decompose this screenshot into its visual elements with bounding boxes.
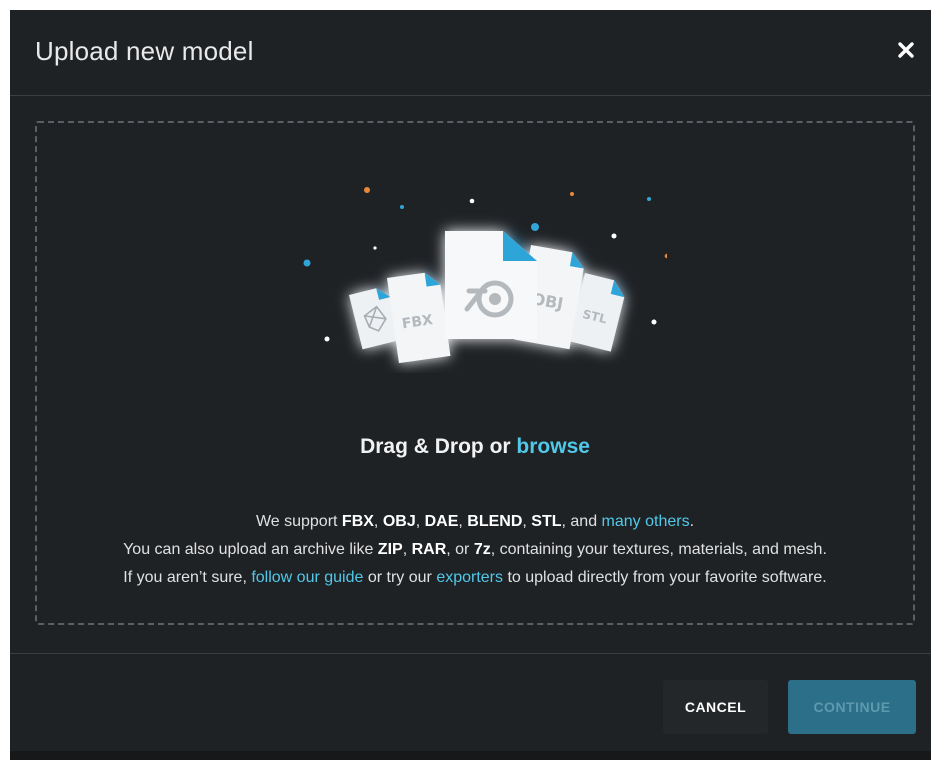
- background-strip: [10, 751, 931, 760]
- separator: , or: [446, 541, 474, 558]
- format-stl: STL: [531, 513, 562, 530]
- continue-button[interactable]: CONTINUE: [788, 680, 916, 734]
- file-types-illustration: FBX STL OBJ: [303, 187, 667, 364]
- modal-title: Upload new model: [35, 36, 254, 66]
- support-line-2: You can also upload an archive like ZIP,…: [37, 536, 913, 564]
- period: .: [689, 513, 695, 530]
- modal-header: Upload new model: [10, 10, 931, 96]
- guide-text: If you aren’t sure,: [123, 569, 252, 586]
- drag-drop-text: Drag & Drop or: [360, 435, 517, 458]
- drag-drop-prompt: Drag & Drop or browse: [37, 435, 913, 459]
- follow-guide-link[interactable]: follow our guide: [251, 569, 363, 586]
- browse-link[interactable]: browse: [516, 435, 590, 458]
- archive-suffix: , containing your textures, materials, a…: [490, 541, 827, 558]
- format-fbx: FBX: [341, 513, 374, 530]
- guide-suffix: to upload directly from your favorite so…: [503, 569, 827, 586]
- close-icon[interactable]: [895, 39, 917, 61]
- format-rar: RAR: [411, 541, 447, 558]
- guide-mid-text: or try our: [363, 569, 437, 586]
- cancel-button[interactable]: CANCEL: [663, 680, 768, 734]
- separator: ,: [458, 513, 468, 530]
- upload-modal: Upload new model FBX STL OBJ Drag & Drop…: [10, 10, 931, 760]
- format-7z: 7z: [473, 541, 491, 558]
- file-dropzone[interactable]: FBX STL OBJ Drag & Drop or browse We sup…: [35, 121, 915, 625]
- separator: ,: [522, 513, 532, 530]
- format-dae: DAE: [424, 513, 459, 530]
- supported-formats-text: We support FBX, OBJ, DAE, BLEND, STL, an…: [37, 508, 913, 592]
- format-zip: ZIP: [377, 541, 403, 558]
- support-text: We support: [255, 513, 342, 530]
- separator: ,: [373, 513, 383, 530]
- modal-footer: CANCEL CONTINUE: [10, 653, 931, 760]
- format-obj: OBJ: [382, 513, 416, 530]
- separator: ,: [415, 513, 425, 530]
- separator: , and: [561, 513, 602, 530]
- format-blend: BLEND: [467, 513, 523, 530]
- support-line-1: We support FBX, OBJ, DAE, BLEND, STL, an…: [37, 508, 913, 536]
- exporters-link[interactable]: exporters: [436, 569, 503, 586]
- support-line-3: If you aren’t sure, follow our guide or …: [37, 564, 913, 592]
- separator: ,: [402, 541, 412, 558]
- archive-text: You can also upload an archive like: [123, 541, 378, 558]
- many-others-link[interactable]: many others: [602, 513, 690, 530]
